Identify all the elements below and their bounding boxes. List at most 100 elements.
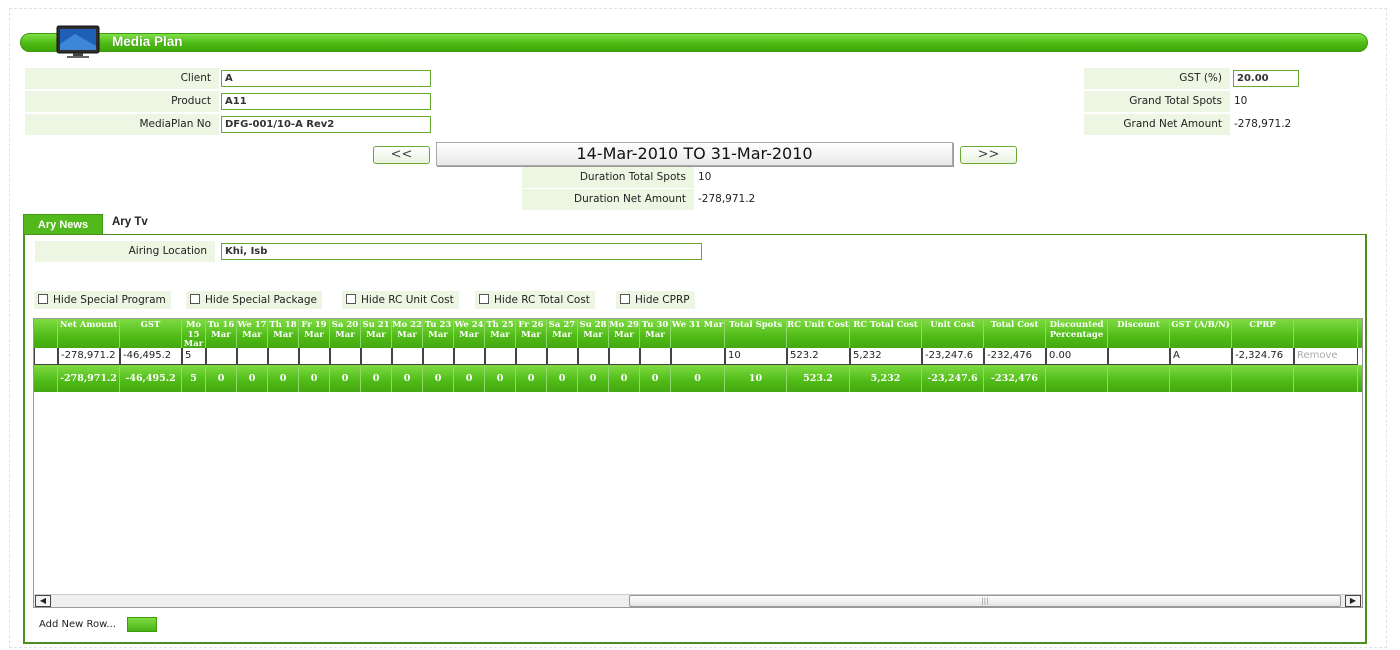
remove-row-link[interactable]: Remove [1297, 350, 1338, 361]
hide-cprp-toggle[interactable]: Hide CPRP [616, 291, 695, 309]
total-mo-15-mar: 5 [182, 365, 206, 392]
horizontal-scrollbar[interactable]: ◀ ||| ▶ [34, 594, 1362, 607]
column-header-tu-30-mar[interactable]: Tu 30 Mar [640, 319, 671, 348]
cell-discounted-percentage[interactable]: 0.00 [1046, 348, 1108, 365]
checkbox-icon[interactable] [38, 294, 48, 304]
row-selector[interactable] [34, 319, 58, 348]
cell-we-17-mar[interactable] [237, 348, 268, 365]
cell-th-18-mar[interactable] [268, 348, 299, 365]
column-header-tu-23-mar[interactable]: Tu 23 Mar [423, 319, 454, 348]
column-header-gst-a-b-n[interactable]: GST (A/B/N) [1170, 319, 1232, 348]
next-period-button[interactable]: >> [960, 146, 1017, 164]
column-header-su-28-mar[interactable]: Su 28 Mar [578, 319, 609, 348]
totals-row: -278,971.2 -46,495.2 5 0 0 0 0 0 0 0 0 0 0 0 0 0 0 0 0 10 52… [34, 365, 1362, 392]
cell-th-25-mar[interactable] [485, 348, 516, 365]
toggle-label: Hide RC Unit Cost [361, 294, 454, 306]
cell-fr-19-mar[interactable] [299, 348, 330, 365]
column-header-sa-27-mar[interactable]: Sa 27 Mar [547, 319, 578, 348]
column-header-th-25-mar[interactable]: Th 25 Mar [485, 319, 516, 348]
column-header-su-21-mar[interactable]: Su 21 Mar [361, 319, 392, 348]
add-new-row-label: Add New Row... [39, 619, 116, 630]
column-header-cprp[interactable]: CPRP [1232, 319, 1294, 348]
column-header-discounted-percentage[interactable]: Discounted Percentage [1046, 319, 1108, 348]
column-header-total-cost[interactable]: Total Cost [984, 319, 1046, 348]
scroll-left-icon[interactable]: ◀ [35, 595, 51, 607]
column-header-we-17-mar[interactable]: We 17 Mar [237, 319, 268, 348]
checkbox-icon[interactable] [190, 294, 200, 304]
cell-we-24-mar[interactable] [454, 348, 485, 365]
column-header-sa-20-mar[interactable]: Sa 20 Mar [330, 319, 361, 348]
total-mo-22-mar: 0 [392, 365, 423, 392]
column-header-total-spots[interactable]: Total Spots [725, 319, 787, 348]
cell-total-spots[interactable]: 10 [725, 348, 787, 365]
total-gst-a-b-n [1170, 365, 1232, 392]
cell-cprp[interactable]: -2,324.76 [1232, 348, 1294, 365]
add-new-row-button[interactable] [127, 617, 157, 632]
column-header-mo-22-mar[interactable]: Mo 22 Mar [392, 319, 423, 348]
scrollbar-thumb[interactable]: ||| [629, 595, 1341, 607]
cell-tu-16-mar[interactable] [206, 348, 237, 365]
cell-tu-23-mar[interactable] [423, 348, 454, 365]
hide-rc-total-cost-toggle[interactable]: Hide RC Total Cost [475, 291, 595, 309]
column-header-fr-19-mar[interactable]: Fr 19 Mar [299, 319, 330, 348]
total-discounted-percentage [1046, 365, 1108, 392]
cell-rc-total-cost[interactable]: 5,232 [850, 348, 922, 365]
column-header-we-24-mar[interactable]: We 24 Mar [454, 319, 485, 348]
gst-field[interactable]: 20.00 [1233, 70, 1299, 87]
column-header-we-31-mar[interactable]: We 31 Mar [671, 319, 725, 348]
monitor-icon [56, 25, 100, 58]
total-sa-27-mar: 0 [547, 365, 578, 392]
cell-su-28-mar[interactable] [578, 348, 609, 365]
checkbox-icon[interactable] [620, 294, 630, 304]
column-header-rc-unit-cost[interactable]: RC Unit Cost [787, 319, 850, 348]
cell-we-31-mar[interactable] [671, 348, 725, 365]
column-header-th-18-mar[interactable]: Th 18 Mar [268, 319, 299, 348]
cell-mo-22-mar[interactable] [392, 348, 423, 365]
column-header-gst[interactable]: GST [120, 319, 182, 348]
client-field[interactable]: A [221, 70, 431, 87]
total-fr-19-mar: 0 [299, 365, 330, 392]
cell-discount[interactable] [1108, 348, 1170, 365]
total-gst: -46,495.2 [120, 365, 182, 392]
column-header-tu-16-mar[interactable]: Tu 16 Mar [206, 319, 237, 348]
total-unit-cost: -23,247.6 [922, 365, 984, 392]
total-action [1294, 365, 1358, 392]
tab-ary-news[interactable]: Ary News [23, 214, 103, 234]
cell-gst-a-b-n[interactable]: A [1170, 348, 1232, 365]
checkbox-icon[interactable] [479, 294, 489, 304]
tab-ary-tv[interactable]: Ary Tv [112, 216, 148, 228]
hide-special-package-toggle[interactable]: Hide Special Package [186, 291, 322, 309]
cell-net-amount[interactable]: -278,971.2 [58, 348, 120, 365]
product-field[interactable]: A11 [221, 93, 431, 110]
column-header-mo-15-mar[interactable]: Mo 15 Mar [182, 319, 206, 348]
column-header-net-amount[interactable]: Net Amount [58, 319, 120, 348]
column-header-discount[interactable]: Discount [1108, 319, 1170, 348]
hide-special-program-toggle[interactable]: Hide Special Program [34, 291, 171, 309]
mediaplan-field[interactable]: DFG-001/10-A Rev2 [221, 116, 431, 133]
column-header-action[interactable] [1294, 319, 1358, 348]
cell-tu-30-mar[interactable] [640, 348, 671, 365]
cell-su-21-mar[interactable] [361, 348, 392, 365]
row-selector[interactable] [34, 365, 58, 392]
column-header-mo-29-mar[interactable]: Mo 29 Mar [609, 319, 640, 348]
cell-unit-cost[interactable]: -23,247.6 [922, 348, 984, 365]
column-header-unit-cost[interactable]: Unit Cost [922, 319, 984, 348]
cell-gst[interactable]: -46,495.2 [120, 348, 182, 365]
column-header-fr-26-mar[interactable]: Fr 26 Mar [516, 319, 547, 348]
cell-sa-27-mar[interactable] [547, 348, 578, 365]
airing-location-field[interactable]: Khi, Isb [221, 243, 702, 260]
hide-rc-unit-cost-toggle[interactable]: Hide RC Unit Cost [342, 291, 459, 309]
cell-rc-unit-cost[interactable]: 523.2 [787, 348, 850, 365]
cell-mo-15-mar[interactable]: 5 [182, 348, 206, 365]
row-selector[interactable] [34, 348, 58, 365]
total-sa-20-mar: 0 [330, 365, 361, 392]
checkbox-icon[interactable] [346, 294, 356, 304]
total-cprp [1232, 365, 1294, 392]
scroll-right-icon[interactable]: ▶ [1345, 595, 1361, 607]
previous-period-button[interactable]: << [373, 146, 430, 164]
cell-fr-26-mar[interactable] [516, 348, 547, 365]
cell-sa-20-mar[interactable] [330, 348, 361, 365]
column-header-rc-total-cost[interactable]: RC Total Cost [850, 319, 922, 348]
cell-total-cost[interactable]: -232,476 [984, 348, 1046, 365]
cell-mo-29-mar[interactable] [609, 348, 640, 365]
